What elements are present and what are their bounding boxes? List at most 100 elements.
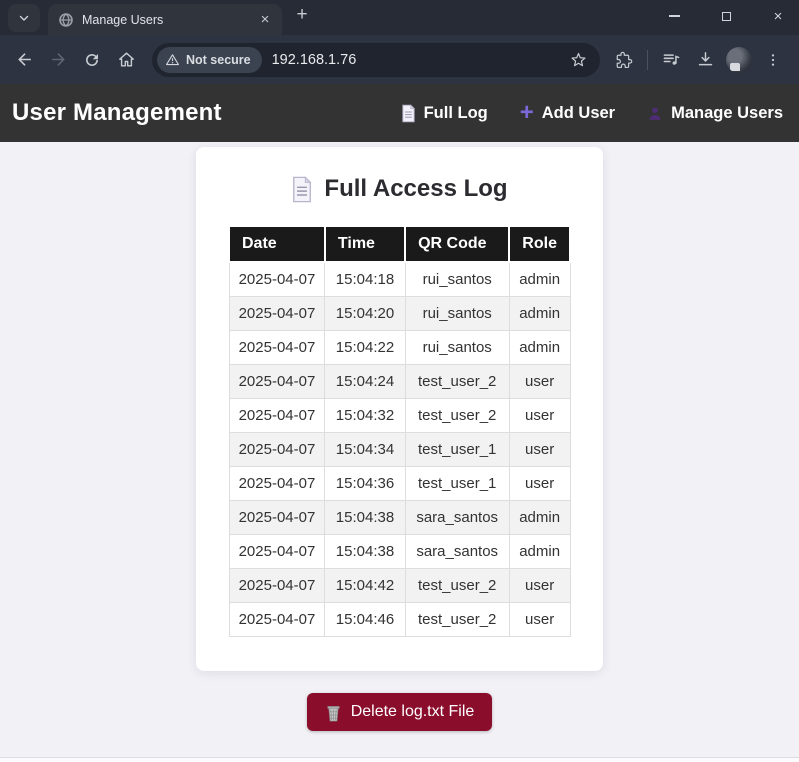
not-secure-badge[interactable]: Not secure xyxy=(157,46,262,73)
table-cell: test_user_2 xyxy=(404,398,510,433)
table-cell: user xyxy=(508,602,571,637)
table-row: 2025-04-07 15:04:32 test_user_2 user xyxy=(228,398,571,433)
forward-button[interactable] xyxy=(42,44,74,76)
table-cell: 15:04:38 xyxy=(324,500,406,535)
table-row: 2025-04-07 15:04:18 rui_santos admin xyxy=(228,261,571,297)
back-button[interactable] xyxy=(8,44,40,76)
table-cell: user xyxy=(508,432,571,467)
column-header-time: Time xyxy=(323,225,407,263)
table-cell: 2025-04-07 xyxy=(228,261,326,297)
table-cell: 15:04:38 xyxy=(324,534,406,569)
page-content: Full Access Log Date Time QR Code Role 2… xyxy=(0,142,799,762)
window-maximize-button[interactable] xyxy=(715,5,737,27)
table-cell: 15:04:46 xyxy=(324,602,406,637)
access-log-table: Date Time QR Code Role 2025-04-07 15:04:1… xyxy=(228,225,571,637)
nav-item-full-log[interactable]: Full Log xyxy=(401,104,488,123)
table-cell: user xyxy=(508,398,571,433)
access-log-card: Full Access Log Date Time QR Code Role 2… xyxy=(196,147,603,671)
table-cell: admin xyxy=(508,296,571,331)
browser-tab-manage-users[interactable]: Manage Users × xyxy=(48,4,282,35)
table-cell: test_user_1 xyxy=(404,432,510,467)
window-close-button[interactable]: × xyxy=(767,5,789,27)
reload-icon xyxy=(83,51,101,69)
table-cell: admin xyxy=(508,534,571,569)
downloads-button[interactable] xyxy=(689,44,721,76)
card-title-text: Full Access Log xyxy=(324,175,508,202)
new-tab-button[interactable]: + xyxy=(288,2,316,30)
table-cell: user xyxy=(508,568,571,603)
table-cell: 2025-04-07 xyxy=(228,500,326,535)
profile-avatar[interactable] xyxy=(726,46,752,73)
table-row: 2025-04-07 15:04:38 sara_santos admin xyxy=(228,534,571,569)
kebab-menu-icon xyxy=(765,52,781,68)
table-cell: admin xyxy=(508,500,571,535)
table-cell: rui_santos xyxy=(404,330,510,365)
document-icon xyxy=(401,103,416,123)
table-cell: 2025-04-07 xyxy=(228,432,326,467)
table-cell: 2025-04-07 xyxy=(228,364,326,399)
minimize-icon xyxy=(668,15,680,17)
nav-item-label: Full Log xyxy=(423,103,488,122)
table-cell: 2025-04-07 xyxy=(228,534,326,569)
window-bottom-edge xyxy=(0,757,799,762)
plus-icon: + xyxy=(519,99,534,126)
star-icon xyxy=(570,51,587,68)
column-header-qr-code: QR Code xyxy=(404,225,511,263)
table-cell: admin xyxy=(508,330,571,365)
trash-icon xyxy=(325,703,342,722)
browser-toolbar: Not secure 192.168.1.76 xyxy=(0,35,799,84)
globe-favicon-icon xyxy=(58,12,74,28)
media-controls-button[interactable] xyxy=(655,44,687,76)
window-controls: × xyxy=(663,0,789,32)
url-text: 192.168.1.76 xyxy=(271,51,357,68)
home-button[interactable] xyxy=(110,44,142,76)
table-cell: rui_santos xyxy=(404,261,510,297)
page-title: User Management xyxy=(12,99,222,126)
forward-arrow-icon xyxy=(49,50,68,69)
table-header-row: Date Time QR Code Role xyxy=(228,225,571,263)
table-cell: user xyxy=(508,466,571,501)
media-queue-icon xyxy=(662,50,681,69)
table-cell: 2025-04-07 xyxy=(228,330,326,365)
table-cell: 15:04:24 xyxy=(324,364,406,399)
site-nav: Full Log + Add User Manage Users xyxy=(401,99,783,126)
table-row: 2025-04-07 15:04:38 sara_santos admin xyxy=(228,500,571,535)
browser-menu-button[interactable] xyxy=(757,44,789,76)
card-title: Full Access Log xyxy=(228,175,571,203)
table-cell: 15:04:32 xyxy=(324,398,406,433)
table-cell: 15:04:18 xyxy=(324,261,406,297)
extensions-button[interactable] xyxy=(608,44,640,76)
table-cell: 15:04:22 xyxy=(324,330,406,365)
table-cell: 2025-04-07 xyxy=(228,296,326,331)
table-cell: sara_santos xyxy=(404,534,510,569)
table-cell: admin xyxy=(508,261,571,297)
table-row: 2025-04-07 15:04:20 rui_santos admin xyxy=(228,296,571,331)
chevron-down-icon xyxy=(17,11,31,25)
nav-item-add-user[interactable]: + Add User xyxy=(519,99,615,126)
table-cell: 15:04:20 xyxy=(324,296,406,331)
table-row: 2025-04-07 15:04:42 test_user_2 user xyxy=(228,568,571,603)
nav-item-manage-users[interactable]: Manage Users xyxy=(647,104,783,123)
table-cell: rui_santos xyxy=(404,296,510,331)
back-arrow-icon xyxy=(15,50,34,69)
table-cell: test_user_2 xyxy=(404,568,510,603)
tab-search-button[interactable] xyxy=(8,4,40,32)
delete-log-button[interactable]: Delete log.txt File xyxy=(306,693,493,731)
person-icon xyxy=(647,105,663,122)
download-icon xyxy=(696,50,715,69)
delete-button-label: Delete log.txt File xyxy=(350,703,475,720)
tab-close-icon[interactable]: × xyxy=(256,11,274,29)
bookmark-button[interactable] xyxy=(564,46,592,74)
table-cell: test_user_2 xyxy=(404,364,510,399)
table-cell: test_user_2 xyxy=(404,602,510,637)
reload-button[interactable] xyxy=(76,44,108,76)
address-bar[interactable]: Not secure 192.168.1.76 xyxy=(152,42,600,77)
table-cell: 15:04:36 xyxy=(324,466,406,501)
table-row: 2025-04-07 15:04:34 test_user_1 user xyxy=(228,432,571,467)
not-secure-label: Not secure xyxy=(186,52,251,67)
table-body: 2025-04-07 15:04:18 rui_santos admin 2025-04… xyxy=(228,261,571,637)
table-cell: 15:04:34 xyxy=(324,432,406,467)
table-cell: test_user_1 xyxy=(404,466,510,501)
window-minimize-button[interactable] xyxy=(663,5,685,27)
tab-title: Manage Users xyxy=(82,12,164,27)
